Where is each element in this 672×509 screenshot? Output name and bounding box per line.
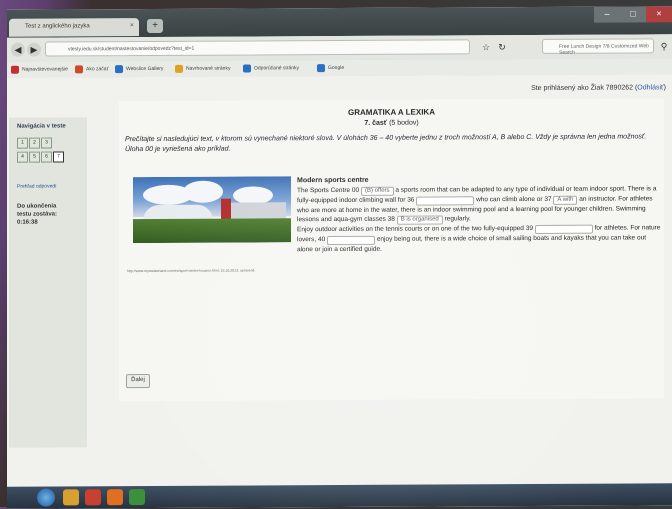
bookmark-item[interactable]: Webslice Gallery [115, 64, 163, 74]
sports-centre-photo [133, 176, 291, 244]
part-label: 7. časť [364, 119, 388, 127]
search-icon[interactable]: ⚲ [657, 39, 671, 53]
article-title: Modern sports centre [297, 176, 369, 185]
search-input[interactable]: Free Lunch Design 7/8 Customized Web Sea… [542, 38, 654, 56]
article-text: Modern sports centre The Sports Centre 0… [297, 176, 661, 254]
login-info: Ste prihlásený ako Žiak 7890262 (Odhlási… [531, 84, 666, 92]
question-content: GRAMATIKA A LEXIKA 7. časť (5 bodov) Pre… [119, 98, 664, 402]
instructions: Prečítajte si nasledujúci text, v ktorom… [125, 133, 647, 154]
taskbar [7, 483, 672, 509]
bookmark-item[interactable]: Odporúčané stránky [243, 63, 299, 73]
part-points: (5 bodov) [389, 119, 419, 127]
app-icon[interactable] [129, 489, 145, 506]
page-content: Ste prihlásený ako Žiak 7890262 (Odhlási… [7, 74, 672, 487]
answer-select-36[interactable] [416, 195, 475, 206]
timer-value: 0:16:38 [17, 219, 38, 226]
question-button-current[interactable]: 7 [53, 151, 64, 163]
question-button[interactable]: 2 [29, 137, 40, 149]
answer-select-39[interactable] [534, 224, 593, 235]
answer-select-00[interactable]: (B) offers [360, 186, 394, 196]
next-button[interactable]: Ďalej [126, 373, 150, 389]
question-button[interactable]: 5 [29, 151, 40, 163]
finish-attempt-link[interactable]: Prehľad odpovedí [17, 183, 57, 189]
part-heading: 7. časť (5 bodov) [119, 118, 664, 128]
new-tab-button[interactable]: + [147, 18, 163, 34]
answer-select-37[interactable]: A with [553, 195, 578, 205]
section-heading: GRAMATIKA A LEXIKA [348, 107, 435, 117]
search-placeholder: Free Lunch Design 7/8 Customized Web Sea… [559, 43, 649, 56]
bookmark-star-icon[interactable]: ☆ [479, 40, 493, 54]
bookmark-icon [175, 64, 183, 73]
answer-select-38[interactable]: B is organised [396, 215, 443, 225]
tab-close-icon[interactable]: × [130, 22, 134, 29]
bookmark-item[interactable]: Ako začať [75, 64, 108, 74]
bookmark-icon [243, 64, 251, 73]
bookmark-icon [115, 64, 123, 73]
sidebar-title: Navigácia v teste [17, 123, 66, 130]
question-button[interactable]: 4 [17, 151, 28, 163]
forward-icon[interactable]: ▶ [27, 42, 41, 57]
close-window-icon[interactable]: × [646, 6, 672, 23]
question-button[interactable]: 1 [17, 137, 28, 149]
address-bar[interactable]: vtesty.iedu.sk/student/nastestovanie/odp… [45, 39, 470, 57]
monitor-screen: Test z anglického jazyka × + – □ × ◀ ▶ v… [7, 6, 672, 509]
reload-icon[interactable]: ↻ [495, 40, 509, 54]
question-button[interactable]: 3 [41, 137, 52, 149]
maximize-icon[interactable]: □ [620, 6, 646, 23]
firefox-icon[interactable] [107, 489, 123, 506]
timer: Do ukončenia testu zostáva: 0:16:38 [17, 202, 67, 226]
url-text: vtesty.iedu.sk/student/nastestovanie/odp… [68, 45, 195, 53]
timer-label: Do ukončenia testu zostáva: [17, 203, 58, 218]
source-citation: http://www.myswitzerland.com/en/sport-ce… [127, 268, 255, 274]
bookmark-icon [317, 63, 325, 72]
test-navigation-sidebar: Navigácia v teste 1 2 3 4 5 6 7 Prehľad … [9, 117, 87, 448]
bookmark-item[interactable]: Navrhované stránky [175, 64, 230, 74]
bookmark-icon [75, 65, 83, 74]
bookmark-item[interactable]: Najnavštevovanejšie [11, 64, 68, 74]
question-button[interactable]: 6 [41, 151, 52, 163]
media-icon[interactable] [85, 489, 101, 506]
bookmark-item[interactable]: Google [317, 63, 344, 73]
logout-link[interactable]: Odhlásiť [637, 84, 663, 91]
minimize-icon[interactable]: – [594, 6, 620, 23]
answer-select-40[interactable] [327, 236, 375, 246]
tab-title: Test z anglického jazyka [25, 23, 90, 30]
bookmark-icon [11, 65, 19, 74]
browser-titlebar: Test z anglického jazyka × + – □ × [7, 6, 672, 38]
explorer-icon[interactable] [63, 489, 79, 506]
start-button-icon[interactable] [37, 488, 55, 507]
browser-tab[interactable]: Test z anglického jazyka × [9, 18, 139, 37]
back-icon[interactable]: ◀ [11, 42, 25, 57]
